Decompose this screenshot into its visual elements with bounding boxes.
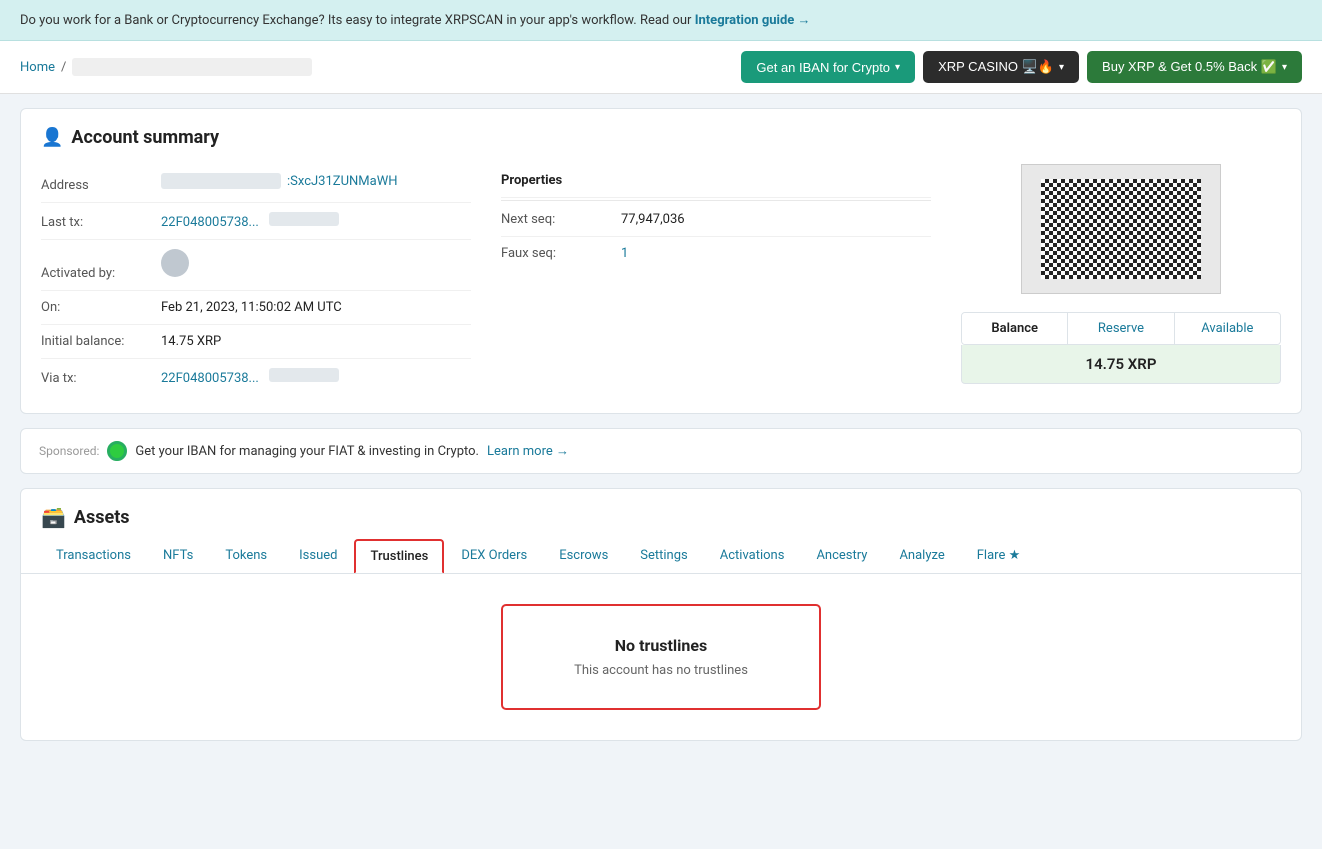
sponsored-text: Get your IBAN for managing your FIAT & i… [135, 444, 479, 459]
assets-icon: 🗃️ [41, 505, 66, 529]
tab-ancestry[interactable]: Ancestry [801, 539, 882, 573]
trustlines-content: No trustlines This account has no trustl… [21, 574, 1301, 740]
balance-section: Balance Reserve Available 14.75 XRP [961, 302, 1281, 384]
iban-button[interactable]: Get an IBAN for Crypto ▾ [741, 51, 915, 83]
tab-settings[interactable]: Settings [625, 539, 702, 573]
casino-chevron-icon: ▾ [1059, 62, 1064, 73]
avatar [161, 249, 189, 277]
iban-button-label: Get an IBAN for Crypto [756, 60, 890, 75]
last-tx-value[interactable]: 22F048005738... [161, 215, 259, 230]
initial-balance-row: Initial balance: 14.75 XRP [41, 325, 471, 359]
on-label: On: [41, 300, 151, 315]
sponsored-label: Sponsored: [39, 444, 99, 458]
breadcrumb: Home / [20, 58, 312, 76]
next-seq-row: Next seq: 77,947,036 [501, 203, 931, 237]
tab-tokens[interactable]: Tokens [210, 539, 282, 573]
no-trustlines-subtitle: This account has no trustlines [533, 663, 789, 678]
assets-card: 🗃️ Assets Transactions NFTs Tokens Issue… [20, 488, 1302, 741]
qr-section: Balance Reserve Available 14.75 XRP [961, 164, 1281, 395]
assets-title: Assets [74, 507, 130, 528]
properties-title-row: Properties [501, 164, 931, 198]
qr-pattern [1041, 179, 1201, 279]
assets-tabs: Transactions NFTs Tokens Issued Trustlin… [21, 529, 1301, 574]
via-tx-value[interactable]: 22F048005738... [161, 371, 259, 386]
banner-text: Do you work for a Bank or Cryptocurrency… [20, 13, 695, 28]
account-summary-title: 👤 Account summary [41, 127, 1281, 148]
green-dot-icon [107, 441, 127, 461]
balance-tab-reserve[interactable]: Reserve [1068, 313, 1174, 344]
via-tx-row: Via tx: 22F048005738... [41, 359, 471, 395]
tab-trustlines[interactable]: Trustlines [354, 539, 444, 574]
via-tx-label: Via tx: [41, 371, 151, 386]
via-tx-blur [269, 368, 339, 382]
balance-tabs: Balance Reserve Available [961, 312, 1281, 345]
buy-xrp-chevron-icon: ▾ [1282, 62, 1287, 73]
tab-analyze[interactable]: Analyze [884, 539, 959, 573]
address-value: :SxcJ31ZUNMaWH [161, 173, 398, 189]
address-label: Address [41, 178, 151, 193]
account-summary-card: 👤 Account summary Address :SxcJ31ZUNMaWH… [20, 108, 1302, 414]
activated-by-label: Activated by: [41, 266, 151, 281]
faux-seq-value[interactable]: 1 [621, 246, 628, 261]
last-tx-label: Last tx: [41, 215, 151, 230]
faux-seq-label: Faux seq: [501, 246, 611, 261]
flare-tab-label: Flare ★ [977, 548, 1020, 563]
buy-xrp-button-label: Buy XRP & Get 0.5% Back ✅ [1102, 59, 1277, 75]
iban-chevron-icon: ▾ [895, 62, 900, 73]
top-nav: Home / Get an IBAN for Crypto ▾ XRP CASI… [0, 41, 1322, 94]
account-title-text: Account summary [71, 127, 219, 148]
assets-header: 🗃️ Assets [21, 489, 1301, 529]
next-seq-label: Next seq: [501, 212, 611, 227]
balance-tab-label: Balance [991, 321, 1038, 336]
on-value: Feb 21, 2023, 11:50:02 AM UTC [161, 300, 342, 315]
initial-balance-value: 14.75 XRP [161, 334, 221, 349]
home-link[interactable]: Home [20, 60, 55, 75]
faux-seq-row: Faux seq: 1 [501, 237, 931, 270]
buy-xrp-button[interactable]: Buy XRP & Get 0.5% Back ✅ ▾ [1087, 51, 1302, 83]
main-content: 👤 Account summary Address :SxcJ31ZUNMaWH… [0, 94, 1322, 769]
casino-button[interactable]: XRP CASINO 🖥️🔥 ▾ [923, 51, 1079, 83]
balance-value: 14.75 XRP [961, 345, 1281, 384]
tab-dex-orders[interactable]: DEX Orders [446, 539, 542, 573]
nav-buttons: Get an IBAN for Crypto ▾ XRP CASINO 🖥️🔥 … [741, 51, 1302, 83]
qr-code [1021, 164, 1221, 294]
integration-guide-link[interactable]: Integration guide → [695, 13, 811, 28]
activated-by-row: Activated by: [41, 240, 471, 291]
address-full: :SxcJ31ZUNMaWH [161, 173, 398, 189]
integration-banner: Do you work for a Bank or Cryptocurrency… [0, 0, 1322, 41]
sponsored-bar: Sponsored: Get your IBAN for managing yo… [20, 428, 1302, 474]
account-grid: Address :SxcJ31ZUNMaWH Last tx: 22F04800… [41, 164, 1281, 395]
balance-tab-available[interactable]: Available [1175, 313, 1280, 344]
tab-escrows[interactable]: Escrows [544, 539, 623, 573]
no-trustlines-title: No trustlines [533, 636, 789, 655]
tab-activations[interactable]: Activations [705, 539, 800, 573]
balance-tab-balance[interactable]: Balance [962, 313, 1068, 344]
account-left: Address :SxcJ31ZUNMaWH Last tx: 22F04800… [41, 164, 501, 395]
address-blur [161, 173, 281, 189]
account-middle: Properties Next seq: 77,947,036 Faux seq… [501, 164, 961, 395]
next-seq-value: 77,947,036 [621, 212, 685, 227]
breadcrumb-address [72, 58, 312, 76]
tab-flare[interactable]: Flare ★ [962, 539, 1035, 573]
initial-balance-label: Initial balance: [41, 334, 151, 349]
breadcrumb-separator: / [61, 60, 66, 75]
tab-issued[interactable]: Issued [284, 539, 352, 573]
properties-title: Properties [501, 173, 611, 188]
available-tab-label: Available [1201, 321, 1253, 336]
casino-button-label: XRP CASINO 🖥️🔥 [938, 59, 1054, 75]
tab-transactions[interactable]: Transactions [41, 539, 146, 573]
last-tx-row: Last tx: 22F048005738... [41, 203, 471, 240]
on-row: On: Feb 21, 2023, 11:50:02 AM UTC [41, 291, 471, 325]
learn-more-link[interactable]: Learn more → [487, 443, 569, 459]
address-suffix[interactable]: :SxcJ31ZUNMaWH [287, 174, 398, 189]
reserve-tab-label: Reserve [1098, 321, 1144, 336]
last-tx-blur [269, 212, 339, 226]
address-row: Address :SxcJ31ZUNMaWH [41, 164, 471, 203]
no-trustlines-box: No trustlines This account has no trustl… [501, 604, 821, 710]
user-icon: 👤 [41, 127, 63, 148]
tab-nfts[interactable]: NFTs [148, 539, 208, 573]
